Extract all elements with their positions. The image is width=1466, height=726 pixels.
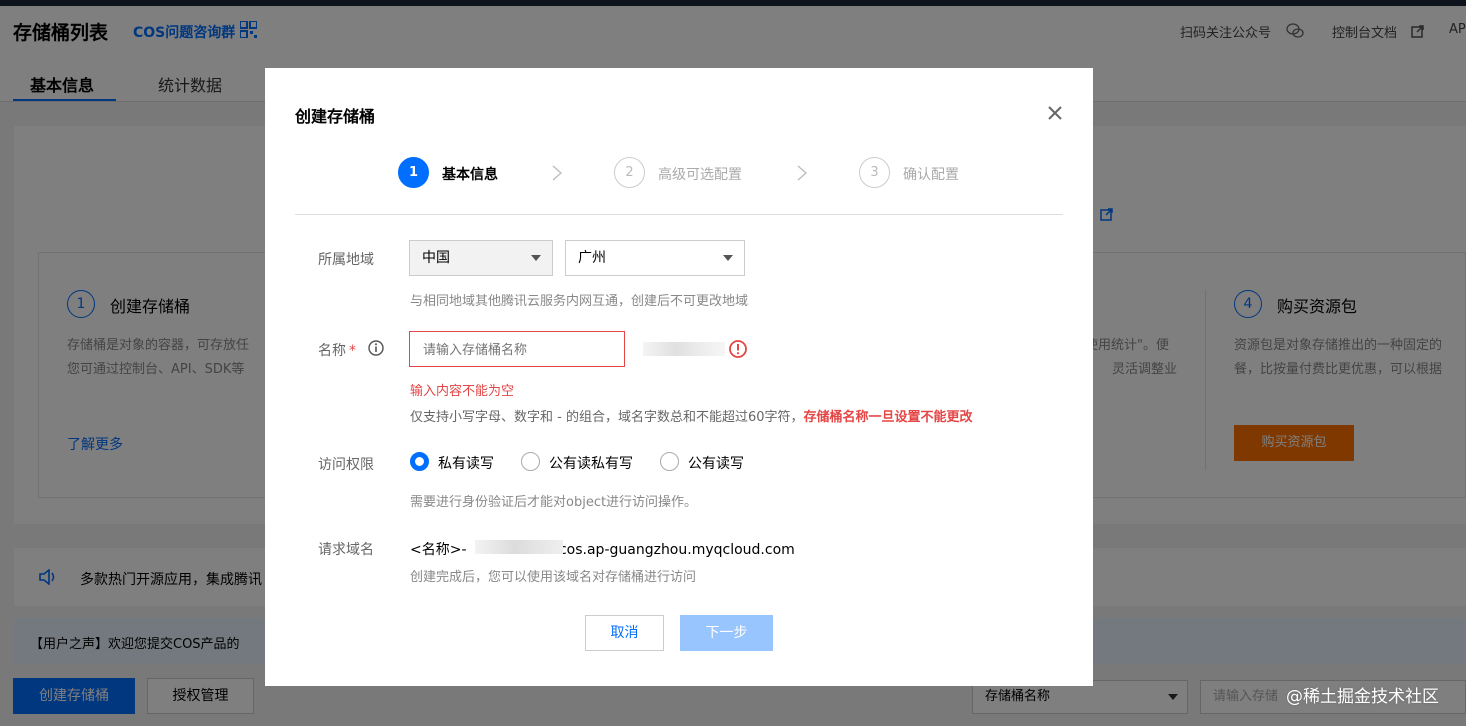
info-icon[interactable] bbox=[368, 340, 384, 356]
radio-public-read-private-write[interactable] bbox=[521, 452, 540, 471]
chevron-right-icon bbox=[552, 165, 562, 181]
city-select[interactable]: 广州 bbox=[565, 240, 745, 276]
error-icon bbox=[729, 340, 747, 358]
name-error-message: 输入内容不能为空 bbox=[410, 384, 515, 399]
region-label: 所属地域 bbox=[318, 252, 374, 268]
domain-redacted bbox=[475, 540, 563, 554]
divider bbox=[295, 214, 1063, 215]
radio-public-rw[interactable] bbox=[660, 452, 679, 471]
chevron-down-icon bbox=[723, 255, 733, 261]
bucket-name-input[interactable] bbox=[409, 331, 625, 367]
domain-label: 请求域名 bbox=[318, 542, 374, 558]
required-mark: * bbox=[349, 343, 356, 359]
watermark: @稀土掘金技术社区 bbox=[1286, 687, 1439, 707]
radio-label[interactable]: 私有读写 bbox=[438, 453, 494, 473]
step-number: 2 bbox=[614, 157, 645, 188]
request-domain: <名称>- .cos.ap-guangzhou.myqcloud.com bbox=[410, 542, 795, 558]
name-hint: 仅支持小写字母、数字和 - 的组合，域名字数总和不能超过60字符，存储桶名称一旦… bbox=[410, 410, 973, 425]
next-step-button[interactable]: 下一步 bbox=[680, 615, 773, 651]
region-hint: 与相同地域其他腾讯云服务内网互通，创建后不可更改地域 bbox=[410, 294, 749, 309]
appid-suffix-redacted bbox=[643, 342, 725, 356]
name-label: 名称 * bbox=[318, 343, 356, 359]
chevron-down-icon bbox=[531, 255, 541, 261]
step-number: 1 bbox=[398, 157, 429, 188]
access-label: 访问权限 bbox=[318, 457, 374, 473]
step-label: 基本信息 bbox=[442, 167, 498, 183]
close-icon[interactable] bbox=[1047, 105, 1063, 121]
create-bucket-dialog: 创建存储桶 1 基本信息 2 高级可选配置 3 确认配置 所属地域 中国 广州 … bbox=[265, 68, 1093, 686]
step-label: 确认配置 bbox=[903, 167, 959, 183]
dialog-title: 创建存储桶 bbox=[295, 107, 376, 126]
step-label: 高级可选配置 bbox=[658, 167, 742, 183]
domain-hint: 创建完成后，您可以使用该域名对存储桶进行访问 bbox=[410, 570, 697, 585]
access-hint: 需要进行身份验证后才能对object进行访问操作。 bbox=[410, 495, 698, 510]
radio-label[interactable]: 公有读私有写 bbox=[549, 453, 633, 473]
cancel-button[interactable]: 取消 bbox=[585, 615, 664, 651]
step-number: 3 bbox=[859, 157, 890, 188]
name-hint-warning: 存储桶名称一旦设置不能更改 bbox=[803, 410, 973, 425]
radio-label[interactable]: 公有读写 bbox=[688, 453, 744, 473]
chevron-right-icon bbox=[797, 165, 807, 181]
radio-private-rw[interactable] bbox=[410, 452, 429, 471]
